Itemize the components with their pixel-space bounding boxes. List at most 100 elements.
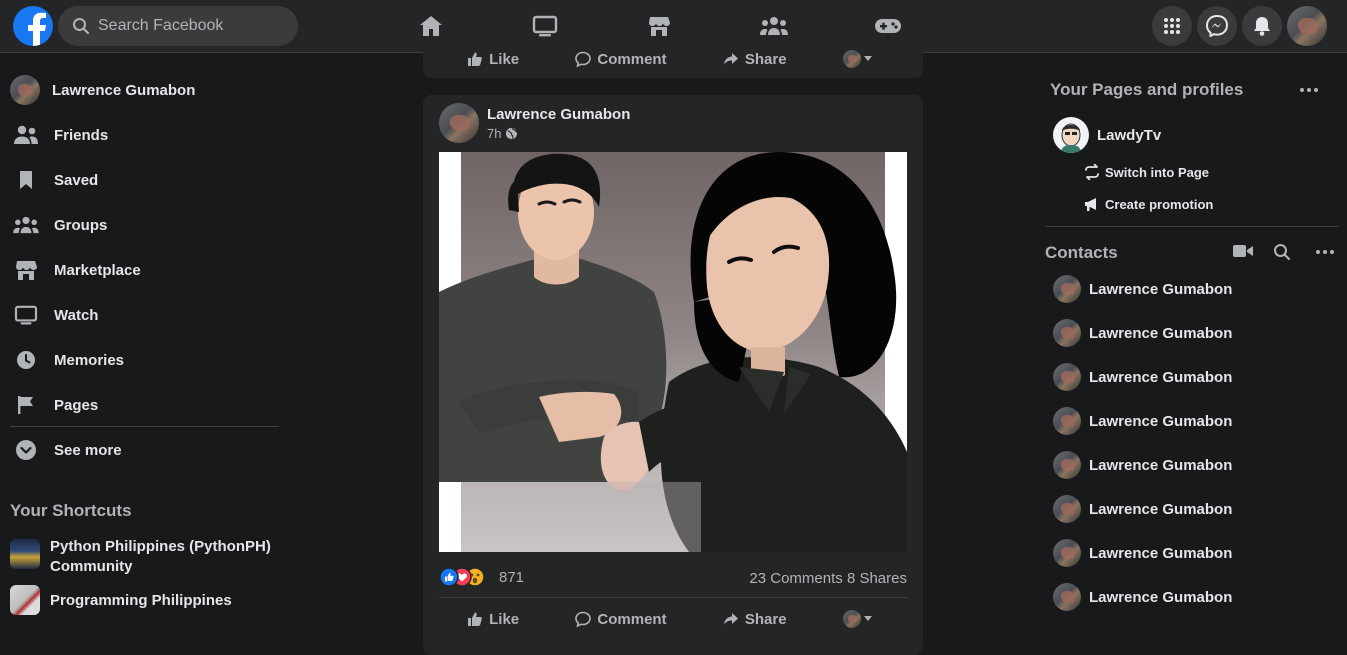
search-bar[interactable] [58, 6, 298, 46]
groups-icon[interactable] [742, 8, 806, 44]
contact-item[interactable]: Lawrence Gumabon [1053, 583, 1232, 611]
shortcut-label: Python Philippines (PythonPH) Community [50, 538, 271, 575]
avatar [1053, 363, 1081, 391]
reaction-count: 871 [499, 568, 525, 586]
search-icon [72, 17, 90, 35]
video-call-icon[interactable] [1232, 243, 1254, 259]
more-options-icon[interactable] [1300, 88, 1318, 92]
like-button[interactable]: Like [467, 51, 519, 68]
contact-name: Lawrence Gumabon [1089, 588, 1233, 606]
pages-title: Your Pages and profiles [1050, 80, 1244, 99]
share-icon [723, 613, 738, 625]
home-icon[interactable] [399, 8, 463, 44]
sidebar-item-watch[interactable]: Watch [8, 295, 288, 335]
watch-icon[interactable] [513, 8, 577, 44]
account-avatar[interactable] [1287, 6, 1327, 46]
contact-name: Lawrence Gumabon [1089, 412, 1233, 430]
post-actions: Like Comment Share [439, 41, 907, 77]
avatar [842, 50, 861, 68]
sidebar-divider [10, 426, 279, 427]
contact-name: Lawrence Gumabon [1089, 544, 1233, 562]
post-timestamp[interactable]: 7h [487, 126, 630, 141]
sidebar-item-label: Friends [54, 126, 109, 144]
post-header: Lawrence Gumabon 7h [439, 103, 630, 143]
sidebar-profile[interactable]: Lawrence Gumabon [8, 70, 288, 110]
avatar[interactable] [439, 103, 479, 143]
chevron-down-icon [8, 432, 44, 468]
contact-item[interactable]: Lawrence Gumabon [1053, 407, 1232, 435]
marketplace-icon[interactable] [627, 8, 691, 44]
avatar [1053, 451, 1081, 479]
comment-label: Comment [597, 50, 667, 68]
switch-into-page-button[interactable]: Switch into Page [1084, 164, 1209, 180]
avatar [1053, 539, 1081, 567]
like-label: Like [489, 610, 520, 628]
sidebar-item-groups[interactable]: Groups [8, 205, 288, 245]
comment-icon [575, 51, 592, 67]
promotion-label: Create promotion [1105, 196, 1214, 212]
contact-item[interactable]: Lawrence Gumabon [1053, 319, 1232, 347]
react-as-selector[interactable] [842, 50, 879, 68]
sidebar-item-memories[interactable]: Memories [8, 340, 288, 380]
create-promotion-button[interactable]: Create promotion [1084, 196, 1213, 212]
sidebar-item-pages[interactable]: Pages [8, 385, 288, 425]
gaming-icon[interactable] [856, 8, 920, 44]
caret-down-icon [863, 616, 872, 621]
share-button[interactable]: Share [723, 51, 787, 68]
contact-item[interactable]: Lawrence Gumabon [1053, 539, 1232, 567]
avatar [1053, 319, 1081, 347]
group-thumbnail [10, 585, 40, 615]
search-contacts-icon[interactable] [1273, 243, 1291, 261]
share-icon [723, 53, 738, 65]
thumbs-up-icon [468, 612, 483, 626]
caret-down-icon [863, 56, 872, 61]
messenger-icon[interactable] [1197, 6, 1237, 46]
sidebar-item-friends[interactable]: Friends [8, 115, 288, 155]
groups-icon [8, 207, 44, 243]
comment-button[interactable]: Comment [575, 50, 667, 68]
share-label: Share [744, 50, 787, 68]
shortcuts-title: Your Shortcuts [10, 501, 132, 520]
menu-grid-icon[interactable] [1152, 6, 1192, 46]
contact-name: Lawrence Gumabon [1089, 324, 1233, 342]
bookmark-icon [8, 162, 44, 198]
share-button[interactable]: Share [723, 611, 787, 628]
flag-icon [8, 387, 44, 423]
contact-item[interactable]: Lawrence Gumabon [1053, 495, 1232, 523]
sidebar-item-label: Memories [54, 351, 125, 369]
post-time: 7h [487, 125, 502, 141]
shortcut-item[interactable]: Python Philippines (PythonPH) Community [10, 537, 290, 577]
avatar [10, 75, 40, 105]
friends-icon [8, 117, 44, 153]
search-input[interactable] [98, 17, 288, 35]
comment-button[interactable]: Comment [575, 611, 667, 628]
sidebar-item-label: Marketplace [54, 261, 141, 279]
reaction-emojis-icon [439, 567, 485, 587]
facebook-logo[interactable] [13, 6, 53, 46]
switch-icon [1085, 164, 1099, 180]
page-avatar [1053, 117, 1089, 153]
bell-icon[interactable] [1242, 6, 1282, 46]
react-as-selector[interactable] [842, 610, 879, 628]
clock-icon [8, 342, 44, 378]
shortcut-item[interactable]: Programming Philippines [10, 585, 290, 615]
sidebar-item-label: Groups [54, 216, 108, 234]
post-author[interactable]: Lawrence Gumabon [487, 106, 630, 123]
contact-item[interactable]: Lawrence Gumabon [1053, 363, 1232, 391]
sidebar-item-label: See more [54, 441, 122, 459]
page-item[interactable]: LawdyTv [1053, 117, 1161, 153]
post-image[interactable] [439, 152, 907, 552]
sidebar-item-see-more[interactable]: See more [8, 430, 288, 470]
page-name: LawdyTv [1097, 126, 1162, 144]
sidebar-item-saved[interactable]: Saved [8, 160, 288, 200]
shares-count[interactable]: 8 Shares [847, 570, 907, 587]
contacts-options-icon[interactable] [1316, 250, 1334, 254]
card-divider [439, 597, 907, 598]
contact-item[interactable]: Lawrence Gumabon [1053, 275, 1232, 303]
like-button[interactable]: Like [467, 611, 519, 628]
contact-item[interactable]: Lawrence Gumabon [1053, 451, 1232, 479]
comments-count[interactable]: 23 Comments [749, 570, 842, 587]
avatar [1053, 495, 1081, 523]
reactions-summary[interactable]: 871 [439, 567, 524, 587]
sidebar-item-marketplace[interactable]: Marketplace [8, 250, 288, 290]
